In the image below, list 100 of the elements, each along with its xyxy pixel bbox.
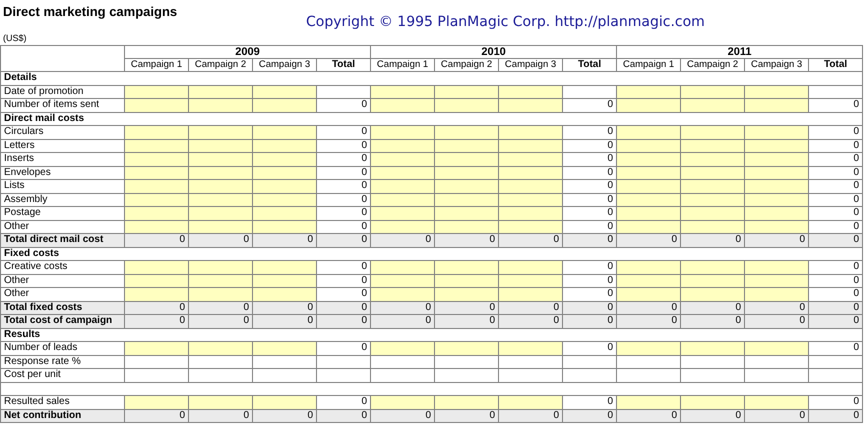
total-cell: 0 — [316, 260, 371, 274]
total-cell: 0 — [316, 139, 371, 152]
input-cell — [188, 260, 252, 274]
total-cell: 0 — [808, 139, 863, 152]
input-cell — [616, 166, 681, 180]
input-cell — [744, 288, 809, 301]
input-cell — [370, 206, 435, 220]
input-cell — [188, 220, 252, 234]
input-cell — [616, 288, 681, 301]
table-cell — [744, 355, 809, 368]
table-cell: 0 — [680, 234, 745, 247]
input-cell — [370, 98, 435, 112]
table-cell — [124, 368, 188, 382]
input-cell — [434, 220, 499, 234]
total-cell: 0 — [808, 98, 863, 112]
table-cell: 0 — [370, 234, 435, 247]
table-cell — [434, 368, 499, 382]
copyright-text: Copyright © 1995 PlanMagic Corp. http://planmagic.com — [305, 13, 705, 32]
input-cell — [744, 260, 809, 274]
row-label: Number of leads — [0, 342, 124, 355]
input-cell — [616, 180, 681, 193]
total-cell: 0 — [562, 220, 617, 234]
input-cell — [188, 342, 252, 355]
row-label: Lists — [0, 180, 124, 193]
input-cell — [124, 166, 188, 180]
column-header: Campaign 3 — [252, 58, 316, 72]
input-cell — [370, 193, 435, 206]
input-cell — [252, 166, 316, 180]
input-cell — [124, 85, 188, 98]
row-label: Letters — [0, 139, 124, 152]
column-header: Campaign 2 — [434, 58, 499, 72]
year-header: 2009 — [124, 46, 371, 58]
input-cell — [498, 139, 563, 152]
input-cell — [744, 342, 809, 355]
total-cell: 0 — [316, 166, 371, 180]
total-cell: 0 — [808, 274, 863, 288]
total-cell — [562, 368, 617, 382]
year-header: 2010 — [370, 46, 617, 58]
input-cell — [434, 288, 499, 301]
input-cell — [744, 180, 809, 193]
total-cell: 0 — [316, 126, 371, 139]
table-cell — [680, 368, 745, 382]
input-cell — [252, 152, 316, 166]
column-header: Total — [562, 58, 617, 72]
input-cell — [124, 288, 188, 301]
total-cell: 0 — [316, 152, 371, 166]
row-label: Total cost of campaign — [0, 314, 124, 328]
input-cell — [252, 180, 316, 193]
input-cell — [434, 274, 499, 288]
table-cell: 0 — [616, 234, 681, 247]
total-cell: 0 — [808, 342, 863, 355]
input-cell — [370, 85, 435, 98]
total-cell: 0 — [316, 274, 371, 288]
input-cell — [252, 260, 316, 274]
input-cell — [744, 166, 809, 180]
input-cell — [680, 85, 745, 98]
input-cell — [498, 180, 563, 193]
table-cell: 0 — [744, 409, 809, 422]
input-cell — [124, 126, 188, 139]
sheet-title: Direct marketing campaigns — [2, 3, 178, 21]
input-cell — [616, 342, 681, 355]
input-cell — [680, 139, 745, 152]
section-heading: Details — [0, 72, 863, 85]
input-cell — [434, 126, 499, 139]
input-cell — [616, 126, 681, 139]
input-cell — [680, 98, 745, 112]
input-cell — [434, 152, 499, 166]
input-cell — [188, 288, 252, 301]
row-label: Number of items sent — [0, 98, 124, 112]
table-cell — [188, 355, 252, 368]
table-cell — [680, 355, 745, 368]
input-cell — [188, 85, 252, 98]
column-header: Campaign 1 — [124, 58, 188, 72]
input-cell — [124, 152, 188, 166]
input-cell — [680, 220, 745, 234]
total-cell — [316, 368, 371, 382]
input-cell — [744, 396, 809, 409]
column-header: Campaign 2 — [680, 58, 745, 72]
input-cell — [188, 193, 252, 206]
input-cell — [680, 126, 745, 139]
total-cell: 0 — [562, 152, 617, 166]
input-cell — [744, 274, 809, 288]
column-header: Total — [316, 58, 371, 72]
input-cell — [124, 193, 188, 206]
total-cell: 0 — [562, 206, 617, 220]
input-cell — [498, 396, 563, 409]
input-cell — [252, 126, 316, 139]
input-cell — [252, 288, 316, 301]
column-header: Campaign 3 — [744, 58, 809, 72]
table-cell — [124, 355, 188, 368]
table-cell — [498, 368, 563, 382]
table-cell: 0 — [124, 409, 188, 422]
total-cell: 0 — [808, 220, 863, 234]
total-cell: 0 — [316, 193, 371, 206]
total-cell: 0 — [316, 180, 371, 193]
input-cell — [252, 342, 316, 355]
input-cell — [434, 139, 499, 152]
input-cell — [498, 166, 563, 180]
input-cell — [370, 180, 435, 193]
input-cell — [680, 206, 745, 220]
